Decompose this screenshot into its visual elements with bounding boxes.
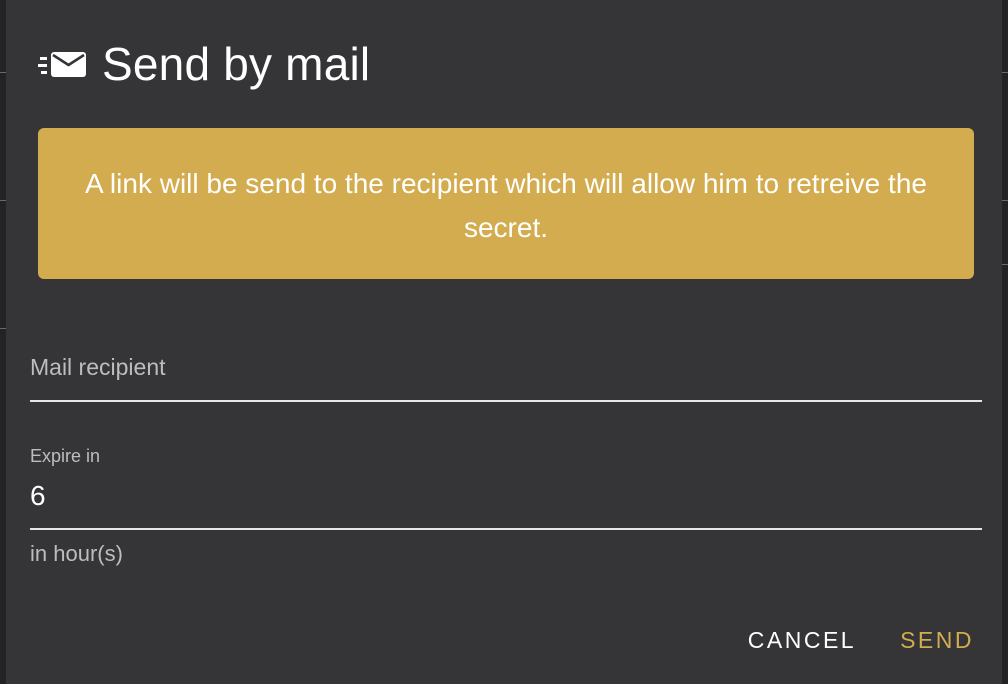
expire-hint: in hour(s) (30, 541, 123, 566)
info-alert: A link will be send to the recipient whi… (38, 128, 974, 279)
dialog-header: Send by mail (38, 36, 370, 92)
mail-recipient-label: Mail recipient (30, 354, 166, 380)
cancel-button[interactable]: CANCEL (740, 618, 864, 662)
field-underline (30, 528, 982, 530)
background-divider (1002, 200, 1008, 201)
expire-in-input[interactable] (30, 476, 982, 516)
dialog-actions: CANCEL SEND (740, 618, 982, 662)
send-button[interactable]: SEND (892, 618, 982, 662)
mail-recipient-field[interactable]: Mail recipient (30, 340, 982, 402)
expire-in-field[interactable]: Expire in (30, 440, 982, 530)
field-underline (30, 400, 982, 402)
send-mail-icon (38, 49, 88, 79)
send-by-mail-dialog: Send by mail A link will be send to the … (6, 0, 1002, 684)
expire-in-label: Expire in (30, 446, 101, 466)
alert-message: A link will be send to the recipient whi… (85, 168, 927, 243)
dialog-title: Send by mail (102, 38, 371, 90)
background-divider (1002, 264, 1008, 265)
background-divider (1002, 72, 1008, 73)
